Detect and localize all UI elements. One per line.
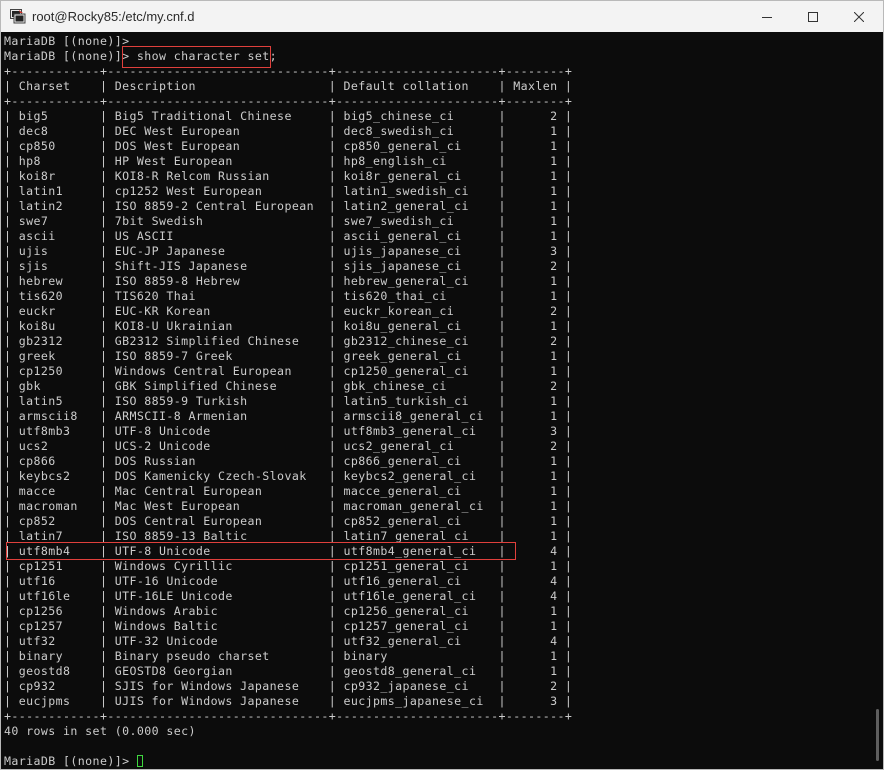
minimize-button[interactable] <box>744 1 790 32</box>
table-row: | ascii | US ASCII | ascii_general_ci | … <box>4 229 573 243</box>
table-row: | gb2312 | GB2312 Simplified Chinese | g… <box>4 334 573 348</box>
table-row: | cp932 | SJIS for Windows Japanese | cp… <box>4 679 573 693</box>
command-highlight-box <box>122 46 271 68</box>
table-row: | geostd8 | GEOSTD8 Georgian | geostd8_g… <box>4 664 573 678</box>
table-row: | dec8 | DEC West European | dec8_swedis… <box>4 124 573 138</box>
prompt-text: MariaDB [(none)]> <box>4 49 137 63</box>
table-row: | koi8u | KOI8-U Ukrainian | koi8u_gener… <box>4 319 573 333</box>
table-row: | cp866 | DOS Russian | cp866_general_ci… <box>4 454 573 468</box>
table-row: | gbk | GBK Simplified Chinese | gbk_chi… <box>4 379 573 393</box>
table-row: | latin5 | ISO 8859-9 Turkish | latin5_t… <box>4 394 573 408</box>
close-button[interactable] <box>836 1 882 32</box>
table-row: | binary | Binary pseudo charset | binar… <box>4 649 573 663</box>
table-row: | greek | ISO 8859-7 Greek | greek_gener… <box>4 349 573 363</box>
text-cursor[interactable] <box>136 755 143 767</box>
scrollbar-thumb[interactable] <box>876 709 879 761</box>
table-row: | hp8 | HP West European | hp8_english_c… <box>4 154 573 168</box>
table-row: | cp1251 | Windows Cyrillic | cp1251_gen… <box>4 559 573 573</box>
minimize-icon <box>762 16 772 18</box>
table-row: | keybcs2 | DOS Kamenicky Czech-Slovak |… <box>4 469 573 483</box>
table-row: | big5 | Big5 Traditional Chinese | big5… <box>4 109 573 123</box>
table-border: +------------+--------------------------… <box>4 64 573 78</box>
putty-terminal-icon[interactable] <box>10 8 26 24</box>
table-row: | ucs2 | UCS-2 Unicode | ucs2_general_ci… <box>4 439 573 453</box>
terminal-output[interactable]: MariaDB [(none)]> MariaDB [(none)]> show … <box>1 32 871 769</box>
table-row: | latin1 | cp1252 West European | latin1… <box>4 184 573 198</box>
table-header: | Charset | Description | Default collat… <box>4 79 573 93</box>
maximize-icon <box>808 11 818 22</box>
table-row: | utf16le | UTF-16LE Unicode | utf16le_g… <box>4 589 573 603</box>
input-prompt-line: MariaDB [(none)]> <box>4 754 143 769</box>
table-row: | koi8r | KOI8-R Relcom Russian | koi8r_… <box>4 169 573 183</box>
table-row: | macce | Mac Central European | macce_g… <box>4 484 573 498</box>
table-row: | cp1257 | Windows Baltic | cp1257_gener… <box>4 619 573 633</box>
table-row: | cp850 | DOS West European | cp850_gene… <box>4 139 573 153</box>
table-row: | sjis | Shift-JIS Japanese | sjis_japan… <box>4 259 573 273</box>
table-border: +------------+--------------------------… <box>4 709 573 723</box>
table-row: | utf32 | UTF-32 Unicode | utf32_general… <box>4 634 573 648</box>
prompt-text: MariaDB [(none)]> <box>4 754 137 768</box>
utf8mb4-row-highlight-box <box>6 542 516 560</box>
result-summary: 40 rows in set (0.000 sec) <box>4 724 196 738</box>
maximize-button[interactable] <box>790 1 836 32</box>
table-row: | ujis | EUC-JP Japanese | ujis_japanese… <box>4 244 573 258</box>
terminal-window: root@Rocky85:/etc/my.cnf.d MariaDB [(non… <box>0 0 884 770</box>
title-bar[interactable]: root@Rocky85:/etc/my.cnf.d <box>1 1 883 32</box>
scrollbar-track[interactable] <box>871 32 883 769</box>
table-row: | cp1256 | Windows Arabic | cp1256_gener… <box>4 604 573 618</box>
table-row: | swe7 | 7bit Swedish | swe7_swedish_ci … <box>4 214 573 228</box>
table-row: | utf16 | UTF-16 Unicode | utf16_general… <box>4 574 573 588</box>
table-row: | cp1250 | Windows Central European | cp… <box>4 364 573 378</box>
table-row: | utf8mb3 | UTF-8 Unicode | utf8mb3_gene… <box>4 424 573 438</box>
table-row: | armscii8 | ARMSCII-8 Armenian | armsci… <box>4 409 573 423</box>
table-row: | tis620 | TIS620 Thai | tis620_thai_ci … <box>4 289 573 303</box>
table-row: | euckr | EUC-KR Korean | euckr_korean_c… <box>4 304 573 318</box>
table-row: | cp852 | DOS Central European | cp852_g… <box>4 514 573 528</box>
table-row: | macroman | Mac West European | macroma… <box>4 499 573 513</box>
table-row: | hebrew | ISO 8859-8 Hebrew | hebrew_ge… <box>4 274 573 288</box>
table-row: | latin2 | ISO 8859-2 Central European |… <box>4 199 573 213</box>
window-title: root@Rocky85:/etc/my.cnf.d <box>32 9 195 24</box>
table-border: +------------+--------------------------… <box>4 94 573 108</box>
close-icon <box>854 11 864 22</box>
table-row: | eucjpms | UJIS for Windows Japanese | … <box>4 694 573 708</box>
prompt-line: MariaDB [(none)]> <box>4 34 130 48</box>
